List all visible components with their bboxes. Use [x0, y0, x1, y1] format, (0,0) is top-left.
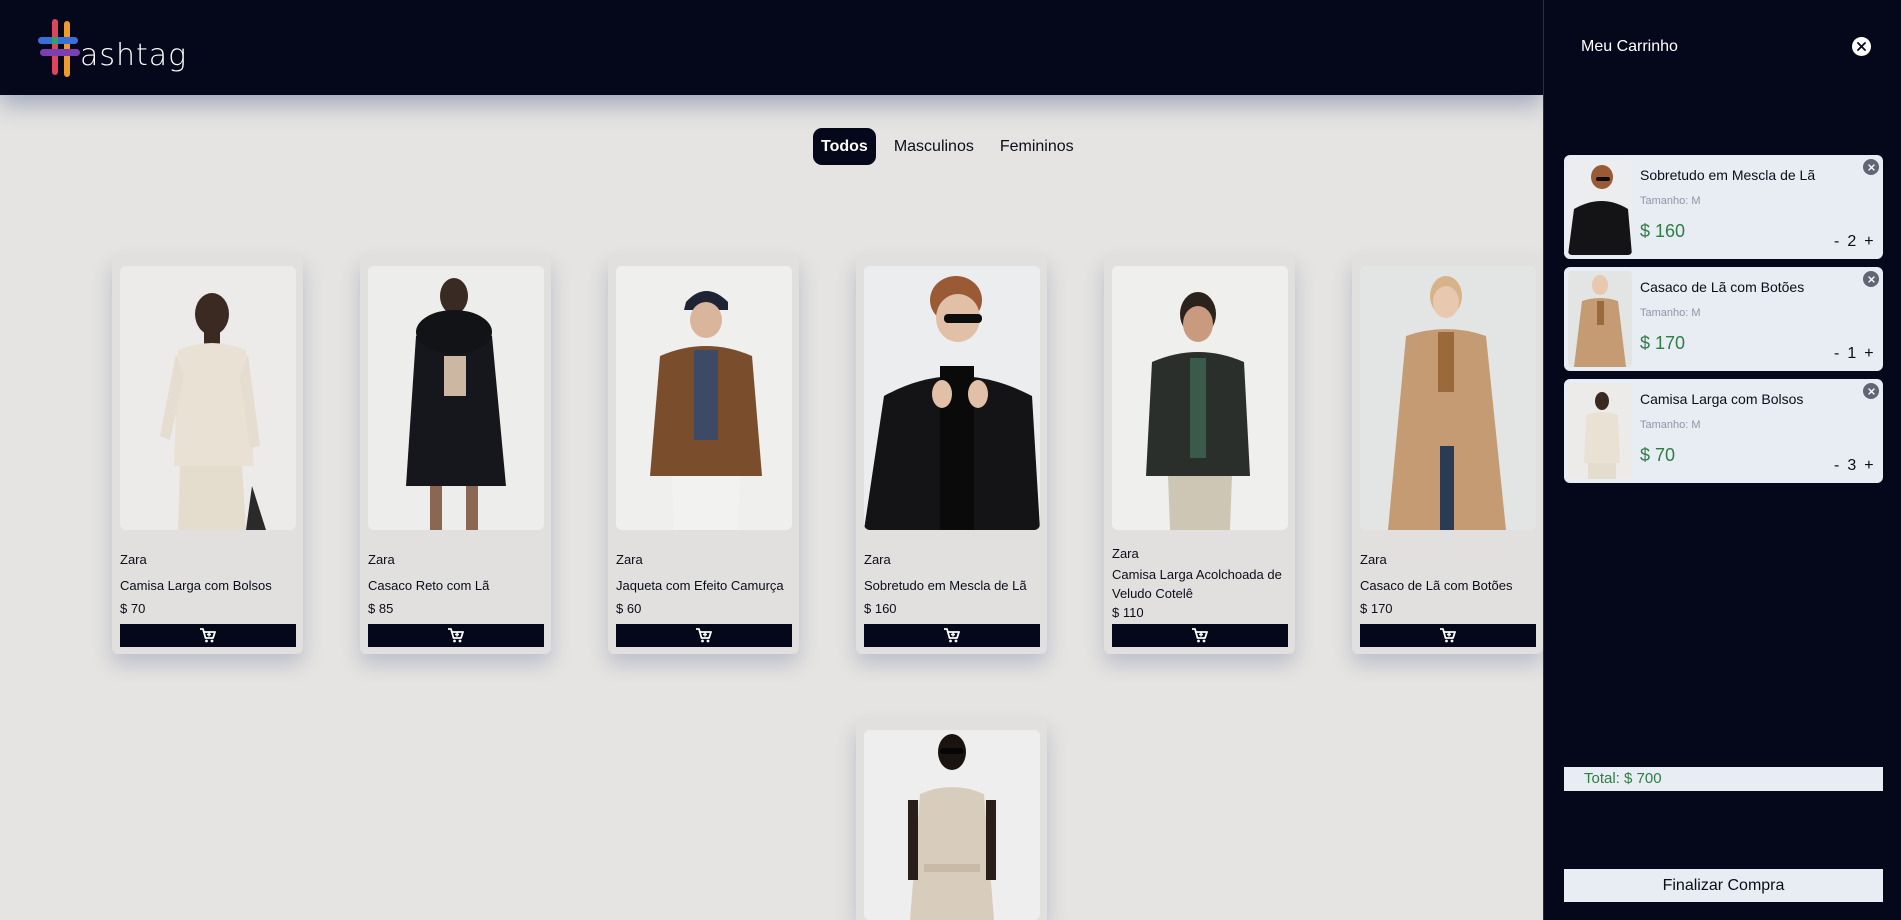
- product-photo[interactable]: [1360, 266, 1536, 530]
- close-icon: [1867, 275, 1875, 283]
- remove-item-button[interactable]: [1863, 159, 1879, 175]
- tab-todos[interactable]: Todos: [813, 128, 876, 165]
- add-to-cart-button[interactable]: [120, 624, 296, 647]
- add-to-cart-button[interactable]: [864, 624, 1040, 647]
- product-brand: Zara: [864, 552, 891, 567]
- product-card[interactable]: Zara Jaqueta com Efeito Camurça $ 60: [608, 256, 799, 654]
- product-name: Sobretudo em Mescla de Lã: [864, 578, 1027, 593]
- product-name: Jaqueta com Efeito Camurça: [616, 578, 784, 593]
- cart-item-size: Tamanho: M: [1640, 307, 1701, 319]
- product-name: Camisa Larga Acolchoada de Veludo Cotelê: [1112, 567, 1282, 601]
- product-card[interactable]: Zara Casaco de Lã com Botões $ 170: [1352, 256, 1543, 654]
- cart-item-size: Tamanho: M: [1640, 195, 1701, 207]
- quantity-stepper: - 2 +: [1834, 233, 1874, 251]
- top-bar: ashtag: [0, 0, 1543, 95]
- product-price: $ 85: [368, 601, 394, 616]
- shopping-cart-icon: [447, 628, 464, 644]
- product-photo[interactable]: [1112, 266, 1288, 530]
- cart-item-price: $ 70: [1640, 445, 1676, 465]
- close-icon: [1867, 387, 1875, 395]
- product-photo[interactable]: [616, 266, 792, 530]
- increase-quantity-button[interactable]: +: [1864, 457, 1873, 475]
- close-icon: [1867, 163, 1875, 171]
- cart-item-name: Sobretudo em Mescla de Lã: [1640, 167, 1816, 183]
- cart-item: Casaco de Lã com Botões Tamanho: M $ 170…: [1564, 267, 1883, 371]
- quantity-value: 1: [1847, 345, 1857, 362]
- product-photo[interactable]: [864, 266, 1040, 530]
- product-brand: Zara: [368, 552, 395, 567]
- product-name: Camisa Larga com Bolsos: [120, 578, 272, 593]
- shopping-cart-icon: [943, 628, 960, 644]
- cart-item-thumbnail: [1568, 271, 1632, 367]
- cart-item-thumbnail: [1568, 159, 1632, 255]
- cart-item-price: $ 170: [1640, 333, 1686, 353]
- increase-quantity-button[interactable]: +: [1864, 233, 1873, 251]
- cart-item-name: Camisa Larga com Bolsos: [1640, 391, 1804, 407]
- cart-total: Total: $ 700: [1564, 767, 1883, 791]
- add-to-cart-button[interactable]: [368, 624, 544, 647]
- shopping-cart-icon: [695, 628, 712, 644]
- tab-masculinos[interactable]: Masculinos: [886, 128, 982, 165]
- product-brand: Zara: [1360, 552, 1387, 567]
- product-name: Casaco de Lã com Botões: [1360, 578, 1513, 593]
- add-to-cart-button[interactable]: [1360, 624, 1536, 647]
- product-price: $ 110: [1112, 605, 1144, 620]
- category-tabs: Todos Masculinos Femininos: [813, 128, 1082, 165]
- add-to-cart-button[interactable]: [1112, 624, 1288, 647]
- shopping-cart-icon: [1439, 628, 1456, 644]
- checkout-button[interactable]: Finalizar Compra: [1564, 869, 1883, 902]
- product-card[interactable]: Zara Camisa Larga Acolchoada de Veludo C…: [1104, 256, 1295, 654]
- cart-item-price: $ 160: [1640, 221, 1686, 241]
- shopping-cart-icon: [1191, 628, 1208, 644]
- tab-femininos[interactable]: Femininos: [992, 128, 1082, 165]
- quantity-value: 2: [1847, 233, 1857, 250]
- cart-item: Sobretudo em Mescla de Lã Tamanho: M $ 1…: [1564, 155, 1883, 259]
- product-photo[interactable]: [368, 266, 544, 530]
- product-brand: Zara: [1112, 546, 1139, 561]
- product-brand: Zara: [616, 552, 643, 567]
- product-card[interactable]: Zara Sobretudo em Mescla de Lã $ 160: [856, 256, 1047, 654]
- close-icon: [1857, 42, 1866, 51]
- product-photo[interactable]: [120, 266, 296, 530]
- product-price: $ 70: [120, 601, 146, 616]
- cart-item-thumbnail: [1568, 383, 1632, 479]
- quantity-stepper: - 3 +: [1834, 457, 1874, 475]
- cart-item-name: Casaco de Lã com Botões: [1640, 279, 1805, 295]
- cart-item: Camisa Larga com Bolsos Tamanho: M $ 70 …: [1564, 379, 1883, 483]
- decrease-quantity-button[interactable]: -: [1834, 345, 1839, 363]
- decrease-quantity-button[interactable]: -: [1834, 233, 1839, 251]
- product-price: $ 160: [864, 601, 897, 616]
- product-price: $ 60: [616, 601, 642, 616]
- add-to-cart-button[interactable]: [616, 624, 792, 647]
- product-photo[interactable]: [864, 730, 1040, 920]
- quantity-value: 3: [1847, 457, 1857, 474]
- cart-item-size: Tamanho: M: [1640, 419, 1701, 431]
- product-card[interactable]: [856, 720, 1047, 920]
- quantity-stepper: - 1 +: [1834, 345, 1874, 363]
- cart-title: Meu Carrinho: [1581, 38, 1678, 55]
- remove-item-button[interactable]: [1863, 383, 1879, 399]
- cart-drawer: Meu Carrinho Sobretudo em Mescla de Lã T…: [1543, 0, 1901, 920]
- product-name: Casaco Reto com Lã: [368, 578, 490, 593]
- decrease-quantity-button[interactable]: -: [1834, 457, 1839, 475]
- product-card[interactable]: Zara Camisa Larga com Bolsos $ 70: [112, 256, 303, 654]
- product-price: $ 170: [1360, 601, 1393, 616]
- increase-quantity-button[interactable]: +: [1864, 345, 1873, 363]
- product-card[interactable]: Zara Casaco Reto com Lã $ 85: [360, 256, 551, 654]
- shopping-cart-icon: [199, 628, 216, 644]
- logo-text: ashtag: [80, 38, 188, 73]
- close-cart-button[interactable]: [1852, 37, 1871, 56]
- product-brand: Zara: [120, 552, 147, 567]
- remove-item-button[interactable]: [1863, 271, 1879, 287]
